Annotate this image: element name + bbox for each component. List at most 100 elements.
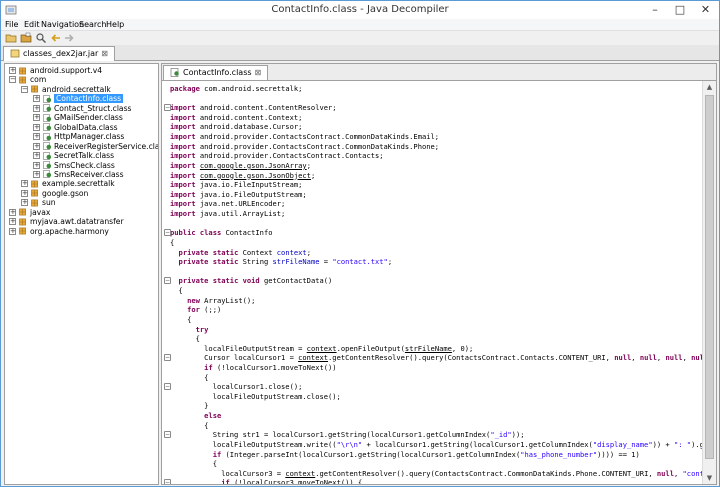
maximize-button[interactable]: □ [667,1,693,18]
code-line: localCursor1.close(); [170,382,303,392]
title-bar: ContactInfo.class - Java Decompiler – □ … [1,1,719,19]
class-file-icon [43,142,52,150]
expand-icon[interactable]: + [21,199,28,207]
code-line: private static void getContactData() [178,276,333,286]
package-icon [19,227,26,235]
code-line: { [170,237,175,247]
search-icon[interactable] [35,32,47,44]
expand-icon[interactable]: + [33,152,40,160]
minimize-button[interactable]: – [642,1,668,18]
tree-item[interactable]: + google.gson [5,189,158,198]
fold-toggle-icon[interactable]: − [164,479,171,484]
expand-icon[interactable]: + [33,170,40,178]
tab-contactinfo-class[interactable]: ContactInfo.class ⊠ [163,65,269,80]
code-line: if (!localCursor3.moveToNext()) { [221,478,363,484]
package-icon [19,76,26,84]
menu-help[interactable]: Help [106,20,124,29]
expand-icon[interactable]: + [9,227,16,235]
expand-icon[interactable]: + [21,189,28,197]
tab-classes-dex2jar[interactable]: classes_dex2jar.jar ⊠ [3,46,115,61]
open-file-icon[interactable] [5,32,17,44]
tree-item-label: android.secrettalk [42,84,111,94]
collapse-icon[interactable]: − [9,76,16,84]
archive-tab-strip: classes_dex2jar.jar ⊠ [1,45,719,61]
fold-toggle-icon[interactable]: − [164,354,171,362]
code-line: import java.util.ArrayList; [170,209,286,219]
code-line: localFileOutputStream.close(); [170,391,341,401]
close-tab-icon[interactable]: ⊠ [255,68,262,77]
expand-icon[interactable]: + [9,218,16,226]
expand-icon[interactable]: + [33,142,40,150]
code-line: private static String strFileName = "con… [178,257,393,267]
tree-item[interactable]: + GMailSender.class [5,113,158,122]
code-line: import android.content.ContentResolver; [170,103,337,113]
expand-icon[interactable]: + [9,67,16,74]
package-tree: + android.support.v4− com − android.secretta… [4,63,159,485]
expand-icon[interactable]: + [9,208,16,216]
code-line: if (!localCursor1.moveToNext()) [204,362,337,372]
code-line: localCursor3 = context.getContentResolve… [170,468,702,478]
tree-item[interactable]: − android.secrettalk [5,85,158,94]
tree-item-label: google.gson [42,188,89,198]
code-line: package com.android.secrettalk; [170,84,303,93]
tree-item-label: org.apache.harmony [30,226,109,236]
back-arrow-icon[interactable] [50,32,62,44]
tree-item[interactable]: + org.apache.harmony [5,227,158,236]
class-file-icon [43,132,52,141]
fold-toggle-icon[interactable]: − [164,229,171,237]
code-line: localFileOutputStream.write(("\r\n" + lo… [170,439,702,449]
vertical-scrollbar[interactable]: ▲ ▼ [702,81,716,484]
code-line: Cursor localCursor1 = context.getContent… [170,353,702,363]
tree-item[interactable]: + ContactInfo.class [5,94,158,104]
tree-item[interactable]: − com [5,75,158,84]
scroll-down-arrow-icon[interactable]: ▼ [703,472,716,484]
menu-file[interactable]: File [5,20,18,29]
code-line: import android.provider.ContactsContract… [170,151,384,161]
expand-icon[interactable]: + [33,95,40,103]
jar-icon [10,49,20,58]
expand-icon[interactable]: + [33,123,40,131]
tree-item[interactable]: + ReceiverRegisterService.class [5,142,158,151]
scroll-up-arrow-icon[interactable]: ▲ [703,81,716,93]
open-folder-icon[interactable] [20,32,32,44]
tree-item[interactable]: + GlobalData.class [5,123,158,132]
menu-navigation[interactable]: Navigation [41,20,84,29]
forward-arrow-icon[interactable] [63,32,75,44]
class-file-icon [43,123,52,131]
collapse-icon[interactable]: − [21,85,28,93]
code-editor[interactable]: package com.android.secrettalk; import an… [162,81,702,484]
close-tab-icon[interactable]: ⊠ [101,49,108,58]
menu-edit[interactable]: Edit [24,20,40,29]
package-icon [31,180,38,188]
tree-item-label: SmsCheck.class [54,160,115,170]
menu-search[interactable]: Search [79,20,106,29]
close-window-button[interactable]: ✕ [692,1,719,18]
tree-item[interactable]: + myjava.awt.datatransfer [5,217,158,226]
tree-item[interactable]: + example.secrettalk [5,179,158,188]
code-tab-label: ContactInfo.class [183,68,252,77]
code-line: new ArrayList(); [187,295,256,305]
fold-toggle-icon[interactable]: − [164,104,171,112]
fold-toggle-icon[interactable]: − [164,277,171,285]
tree-item[interactable]: + javax [5,208,158,217]
tree-item[interactable]: + SmsReceiver.class [5,170,158,179]
expand-icon[interactable]: + [33,161,40,169]
expand-icon[interactable]: + [33,133,40,141]
code-line: import android.provider.ContactsContract… [170,141,440,151]
fold-toggle-icon[interactable]: − [164,431,171,439]
menu-bar: File Edit Navigation Search Help [1,19,719,31]
tree-item[interactable]: + HttpManager.class [5,132,158,141]
scroll-thumb[interactable] [705,95,714,459]
code-line: import com.google.gson.JsonObject; [170,170,316,180]
tree-item[interactable]: + android.support.v4 [5,66,158,75]
expand-icon[interactable]: + [21,180,28,188]
tree-item-label: SmsReceiver.class [54,169,124,179]
expand-icon[interactable]: + [33,104,40,112]
tree-item[interactable]: + SmsCheck.class [5,161,158,170]
tree-item[interactable]: + sun [5,198,158,207]
tree-item[interactable]: + Contact_Struct.class [5,104,158,113]
fold-toggle-icon[interactable]: − [164,383,171,391]
code-line: public class ContactInfo [170,228,273,238]
expand-icon[interactable]: + [33,114,40,122]
tree-item[interactable]: + SecretTalk.class [5,151,158,160]
